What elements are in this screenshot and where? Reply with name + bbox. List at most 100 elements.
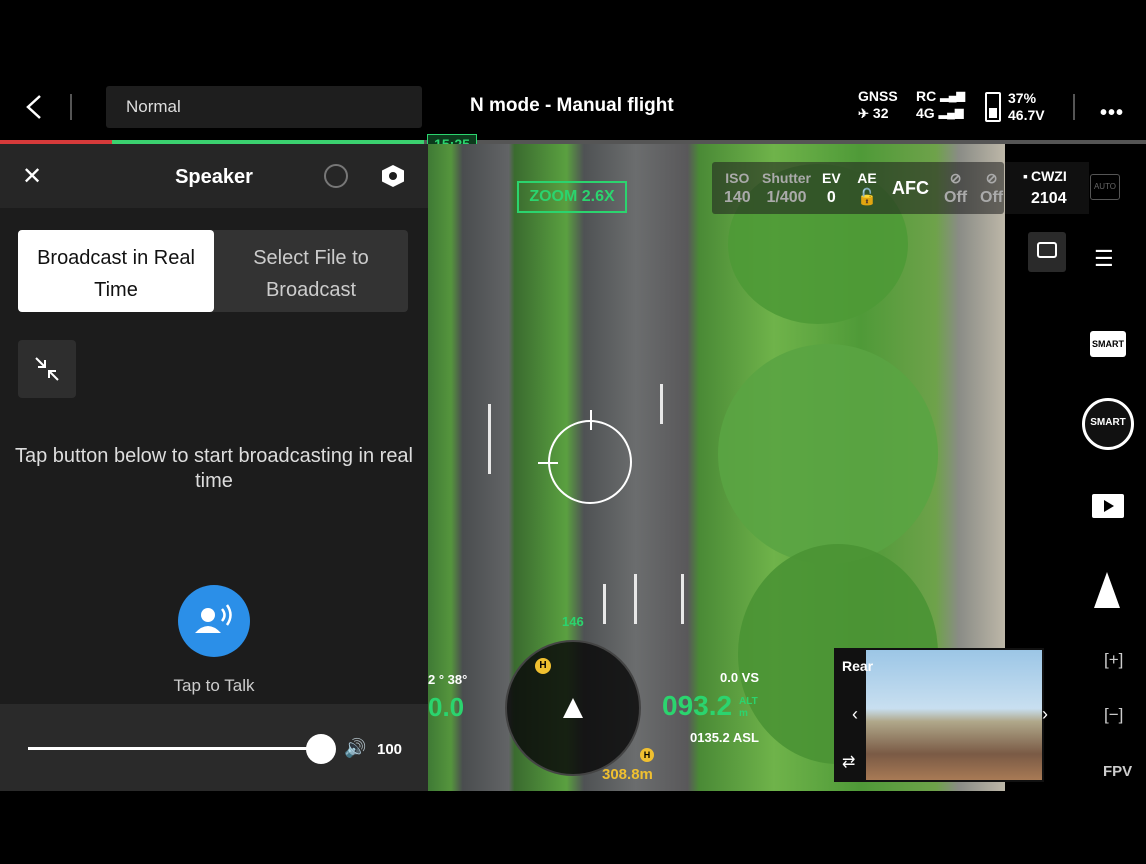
satellite-icon: ✈ bbox=[858, 106, 869, 121]
speed-readout: 0.0 bbox=[428, 692, 465, 722]
alt-label: ALT bbox=[739, 696, 758, 707]
speaker-header: ✕ Speaker bbox=[0, 144, 428, 208]
rear-label: Rear bbox=[842, 658, 874, 674]
asl-readout: 0135.2 ASL bbox=[690, 730, 759, 745]
iso-setting[interactable]: ISO 140 bbox=[724, 168, 751, 208]
zoom-in-button[interactable]: [+] bbox=[1104, 650, 1123, 670]
person-speaking-icon bbox=[195, 604, 232, 633]
rear-camera-image bbox=[866, 650, 1042, 780]
volume-slider-track[interactable] bbox=[28, 747, 320, 750]
tap-to-talk-button[interactable] bbox=[178, 585, 250, 657]
no-flash-icon: ⊘ bbox=[985, 170, 998, 186]
iso-value: 140 bbox=[724, 189, 751, 206]
tree-canopy bbox=[718, 344, 938, 564]
storage-status[interactable]: ▪ CWZI 2104 bbox=[1005, 162, 1089, 214]
broadcast-mode-tabs: Broadcast in Real Time Select File to Br… bbox=[18, 230, 408, 312]
gnss-label: GNSS bbox=[858, 88, 898, 104]
signal-bars-icon: ▂▄▆ bbox=[938, 107, 964, 119]
zoom-indicator: ZOOM 2.6X bbox=[517, 181, 627, 213]
network-label: 4G bbox=[916, 105, 935, 121]
flight-mode-select[interactable]: Normal bbox=[106, 86, 422, 128]
gnss-count: 32 bbox=[872, 105, 889, 121]
volume-icon: 🔊 bbox=[344, 738, 367, 758]
lane-marking bbox=[681, 574, 684, 624]
storage-label: CWZI bbox=[1030, 168, 1067, 184]
ae-lock[interactable]: AE 🔓 bbox=[857, 168, 877, 208]
collapse-button[interactable] bbox=[18, 340, 76, 398]
home-point-icon: H bbox=[535, 658, 551, 674]
playback-button[interactable] bbox=[1092, 494, 1124, 518]
swap-icon[interactable]: ⇄ bbox=[842, 752, 855, 772]
divider bbox=[70, 94, 72, 120]
camera-icon bbox=[1037, 242, 1057, 258]
battery-status[interactable]: 37% 46.7V bbox=[1008, 90, 1045, 124]
storage-count: 2104 bbox=[1031, 190, 1067, 207]
lock-icon: 🔓 bbox=[857, 189, 877, 206]
alt-unit: m bbox=[739, 708, 748, 719]
signal-bars-icon: ▂▄▆ bbox=[940, 90, 965, 102]
chevron-right-icon[interactable]: › bbox=[1042, 704, 1048, 725]
tap-to-talk-label: Tap to Talk bbox=[173, 676, 255, 695]
shutter-value: 1/400 bbox=[766, 189, 807, 206]
battery-voltage: 46.7V bbox=[1008, 107, 1045, 123]
camera-switch-button[interactable] bbox=[1028, 232, 1066, 272]
option-one-value: Off bbox=[944, 189, 968, 206]
speaker-device-icon[interactable] bbox=[324, 164, 348, 188]
altitude-label: ALT m bbox=[739, 696, 758, 720]
chevron-left-icon bbox=[26, 95, 41, 119]
ev-setting[interactable]: EV 0 bbox=[822, 168, 841, 208]
settings-sliders-icon[interactable]: ☰ bbox=[1094, 246, 1114, 272]
mute-icon: ⊘ bbox=[949, 170, 962, 186]
shutter-label: SMART bbox=[1090, 417, 1126, 428]
tab-broadcast-realtime[interactable]: Broadcast in Real Time bbox=[18, 230, 214, 312]
divider bbox=[1073, 94, 1075, 120]
smart-mode-button[interactable]: SMART bbox=[1090, 331, 1126, 357]
lane-marking bbox=[660, 384, 663, 424]
lane-marking bbox=[603, 584, 606, 624]
zoom-out-button[interactable]: [−] bbox=[1104, 705, 1123, 725]
more-menu-icon[interactable]: ••• bbox=[1100, 102, 1124, 125]
flight-mode-title: N mode - Manual flight bbox=[470, 95, 674, 116]
shutter-setting[interactable]: Shutter 1/400 bbox=[762, 168, 811, 208]
center-reticle bbox=[538, 410, 632, 504]
camera-settings-strip[interactable]: ISO 140 Shutter 1/400 EV 0 AE 🔓 AFC ⊘ Of… bbox=[712, 162, 1004, 214]
option-one[interactable]: ⊘ Off bbox=[944, 168, 967, 208]
top-status-bar: Normal N mode - Manual flight GNSS ✈ 32 … bbox=[0, 80, 1146, 142]
flight-mode-value: Normal bbox=[126, 97, 181, 116]
collapse-arrows-icon bbox=[35, 357, 59, 381]
heading-readout: 146 bbox=[562, 614, 584, 629]
shutter-label: Shutter bbox=[762, 170, 811, 186]
rc-label: RC bbox=[916, 88, 937, 104]
broadcast-hint: Tap button below to start broadcasting i… bbox=[14, 445, 414, 492]
signal-status[interactable]: RC ▂▄▆ 4G ▂▄▆ bbox=[916, 88, 965, 122]
aircraft-icon bbox=[563, 698, 583, 718]
battery-percent: 37% bbox=[1008, 90, 1037, 106]
ev-value: 0 bbox=[826, 189, 836, 206]
home-distance: 308.8m bbox=[602, 766, 653, 783]
chevron-left-icon[interactable]: ‹ bbox=[852, 704, 858, 725]
speaker-title: Speaker bbox=[175, 166, 253, 188]
vertical-speed: 0.0 VS bbox=[720, 670, 760, 685]
play-icon bbox=[1104, 500, 1114, 512]
auto-mode-badge[interactable]: AUTO bbox=[1090, 174, 1120, 200]
home-marker-icon: H bbox=[640, 748, 654, 762]
option-two[interactable]: ⊘ Off bbox=[980, 168, 1003, 208]
volume-slider-handle[interactable] bbox=[306, 734, 336, 764]
sd-card-icon: ▪ bbox=[1023, 168, 1028, 184]
navigation-arrow-icon[interactable] bbox=[1094, 572, 1120, 608]
ae-label: AE bbox=[857, 170, 877, 186]
lane-marking bbox=[634, 574, 637, 624]
fpv-button[interactable]: FPV bbox=[1103, 763, 1132, 780]
gnss-status[interactable]: GNSS ✈ 32 bbox=[858, 88, 898, 122]
tab-select-file[interactable]: Select File to Broadcast bbox=[214, 230, 408, 312]
option-two-value: Off bbox=[980, 189, 1004, 206]
rear-camera-pip[interactable]: Rear ‹ › ⇄ bbox=[834, 648, 1048, 782]
ev-label: EV bbox=[822, 170, 841, 186]
back-button[interactable] bbox=[20, 92, 50, 122]
battery-icon bbox=[985, 92, 1001, 122]
focus-mode[interactable]: AFC bbox=[892, 178, 929, 198]
volume-control: 🔊 100 bbox=[0, 704, 428, 791]
compass-radar: H bbox=[505, 640, 641, 776]
lane-marking bbox=[488, 404, 491, 474]
shutter-button[interactable]: SMART bbox=[1082, 398, 1134, 450]
